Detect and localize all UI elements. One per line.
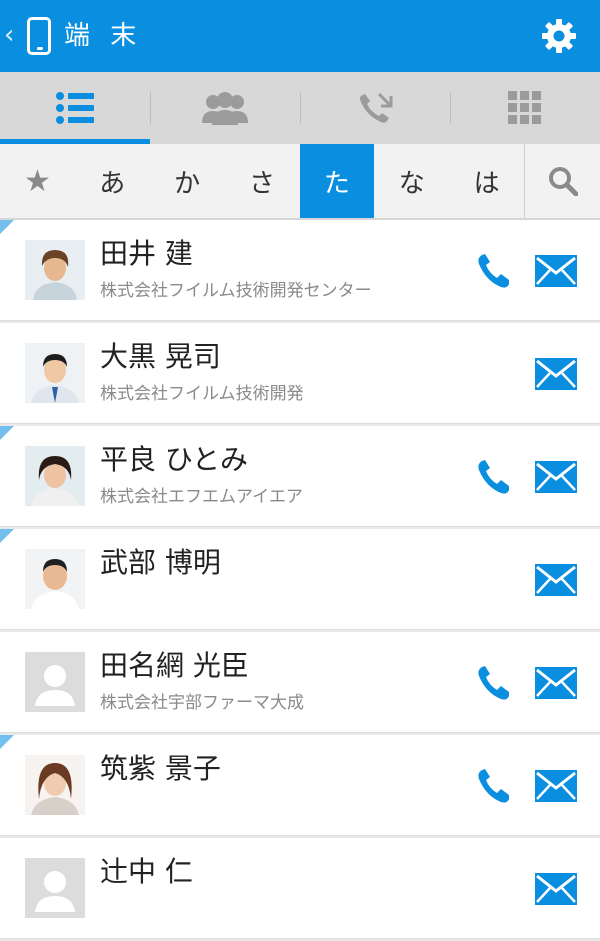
contact-company: 株式会社フイルム技術開発 [100, 384, 304, 404]
index-bar: ★ あ か さ た な は [0, 144, 600, 220]
mail-icon[interactable] [535, 461, 577, 493]
index-ta[interactable]: た [299, 144, 375, 218]
grid-icon [508, 91, 541, 124]
tab-apps[interactable] [450, 72, 600, 144]
contact-row[interactable]: 辻中 仁 [0, 838, 600, 939]
avatar [25, 549, 85, 609]
mail-icon[interactable] [535, 667, 577, 699]
contact-name: 平良 ひとみ [100, 443, 249, 476]
contact-list: 田井 建 株式会社フイルム技術開発センター 大黒 晃司 株式会社フイルム技術開発 [0, 220, 600, 941]
gear-icon[interactable] [540, 17, 578, 55]
contact-name: 大黒 晃司 [100, 340, 221, 373]
contact-company: 株式会社エフエムアイエア [100, 487, 303, 507]
contact-company: 株式会社宇部ファーマ大成 [100, 693, 304, 713]
contact-row[interactable]: 大黒 晃司 株式会社フイルム技術開発 [0, 323, 600, 424]
avatar-placeholder [25, 652, 85, 712]
contact-row[interactable]: 筑紫 景子 [0, 735, 600, 836]
mail-icon[interactable] [535, 564, 577, 596]
mail-icon[interactable] [535, 873, 577, 905]
page-title: 端 末 [64, 21, 143, 51]
avatar-placeholder [25, 858, 85, 918]
contact-row[interactable]: 田井 建 株式会社フイルム技術開発センター [0, 220, 600, 321]
tab-bar [0, 72, 600, 144]
index-ha[interactable]: は [449, 144, 524, 218]
favorites-star-icon[interactable]: ★ [0, 144, 75, 218]
index-ka[interactable]: か [150, 144, 225, 218]
index-a[interactable]: あ [75, 144, 150, 218]
list-icon [56, 92, 94, 124]
device-icon [27, 17, 51, 55]
contact-name: 辻中 仁 [100, 855, 193, 888]
index-sa[interactable]: さ [225, 144, 300, 218]
back-icon[interactable]: ‹ [4, 20, 14, 50]
mail-icon[interactable] [535, 255, 577, 287]
search-button[interactable] [524, 144, 600, 218]
phone-icon[interactable] [474, 664, 512, 702]
mail-icon[interactable] [535, 770, 577, 802]
tab-groups[interactable] [150, 72, 300, 144]
avatar [25, 240, 85, 300]
app-header: ‹ 端 末 [0, 0, 600, 72]
call-log-icon [360, 92, 393, 123]
search-icon [548, 167, 578, 196]
avatar [25, 755, 85, 815]
phone-icon[interactable] [474, 458, 512, 496]
contact-name: 筑紫 景子 [100, 752, 221, 785]
contact-name: 武部 博明 [100, 546, 221, 579]
group-icon [202, 92, 248, 125]
index-na[interactable]: な [374, 144, 449, 218]
contact-name: 田井 建 [100, 237, 193, 270]
phone-icon[interactable] [474, 767, 512, 805]
contact-company: 株式会社フイルム技術開発センター [100, 281, 372, 301]
mail-icon[interactable] [535, 358, 577, 390]
contact-row[interactable]: 田名網 光臣 株式会社宇部ファーマ大成 [0, 632, 600, 733]
tab-call-log[interactable] [300, 72, 450, 144]
tab-list[interactable] [0, 72, 150, 144]
contact-row[interactable]: 武部 博明 [0, 529, 600, 630]
phone-icon[interactable] [474, 252, 512, 290]
avatar [25, 446, 85, 506]
contact-name: 田名網 光臣 [100, 649, 249, 682]
avatar [25, 343, 85, 403]
contact-row[interactable]: 平良 ひとみ 株式会社エフエムアイエア [0, 426, 600, 527]
